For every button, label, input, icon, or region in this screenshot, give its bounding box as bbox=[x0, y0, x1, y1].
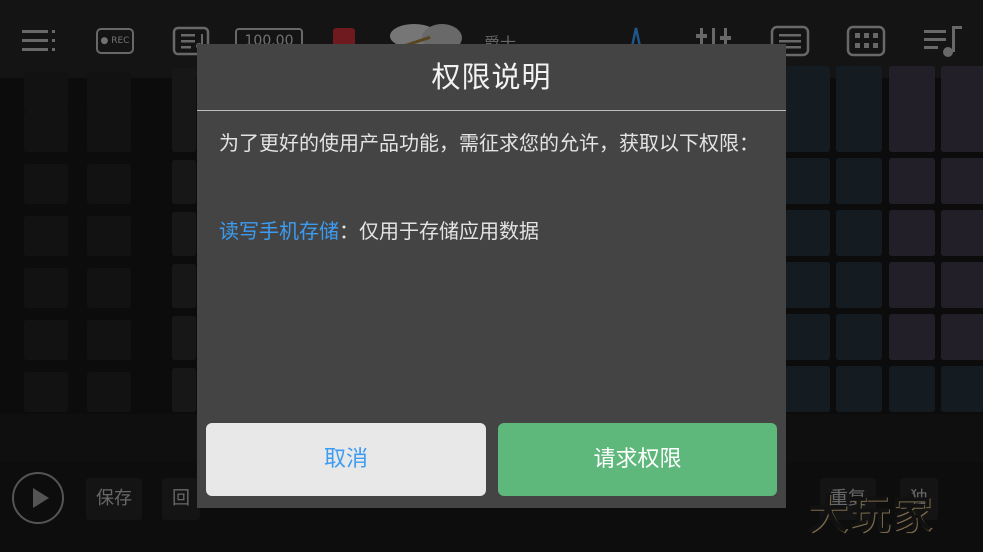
cancel-button[interactable]: 取消 bbox=[206, 423, 486, 496]
dialog-divider bbox=[197, 110, 786, 111]
dialog-message: 为了更好的使用产品功能，需征求您的允许，获取以下权限： bbox=[219, 131, 759, 155]
permission-description: ：仅用于存储应用数据 bbox=[339, 219, 539, 243]
request-permission-button[interactable]: 请求权限 bbox=[498, 423, 777, 496]
watermark-text: 大玩家 bbox=[808, 492, 934, 538]
permission-item: 读写手机存储：仅用于存储应用数据 bbox=[219, 216, 539, 246]
permission-name: 读写手机存储 bbox=[219, 219, 339, 243]
dialog-title: 权限说明 bbox=[431, 60, 552, 94]
permission-dialog: 权限说明 为了更好的使用产品功能，需征求您的允许，获取以下权限： 读写手机存储：… bbox=[197, 44, 786, 508]
